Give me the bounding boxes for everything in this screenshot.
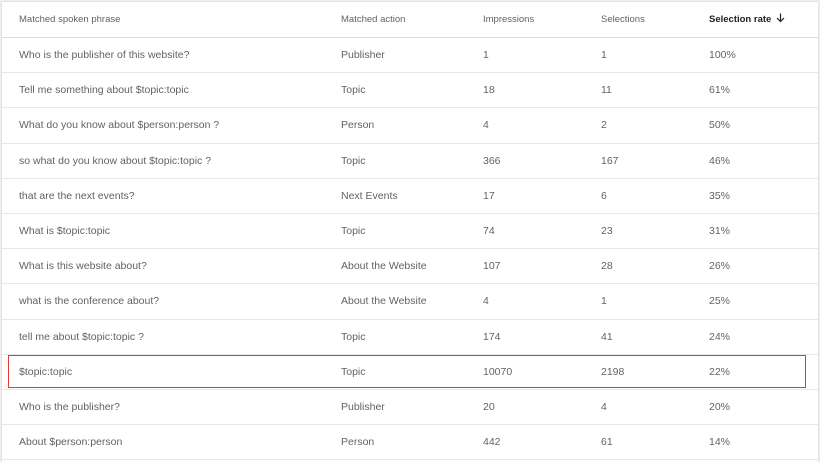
table-row[interactable]: so what do you know about $topic:topic ?… [2, 143, 818, 179]
table-row[interactable]: Who is the publisher? Publisher 20 4 20% [2, 389, 818, 426]
table-row[interactable]: $topic:topic Topic 10070 2198 22% [2, 354, 818, 390]
selection-rate-cell: 24% [692, 319, 818, 355]
impressions-cell: 18 [466, 72, 584, 109]
action-cell: Topic [324, 354, 466, 390]
impressions-cell: 4 [466, 107, 584, 144]
selections-cell: 11 [584, 72, 692, 109]
selection-rate-cell: 22% [692, 354, 818, 390]
table-body: Who is the publisher of this website? Pub… [2, 37, 818, 461]
impressions-cell: 10070 [466, 354, 584, 390]
selections-cell: 4 [584, 389, 692, 426]
impressions-cell: 74 [466, 213, 584, 250]
table-row[interactable]: Who is the publisher of this website? Pub… [2, 37, 818, 74]
action-cell: About the Website [324, 248, 466, 285]
header-selections[interactable]: Selections [584, 2, 692, 38]
selections-cell: 1 [584, 37, 692, 74]
phrase-cell: tell me about $topic:topic ? [2, 319, 324, 355]
phrase-cell: so what do you know about $topic:topic ? [2, 143, 324, 179]
table-header-row: Matched spoken phrase Matched action Imp… [2, 2, 818, 38]
impressions-cell: 4 [466, 283, 584, 320]
selection-rate-cell: 20% [692, 389, 818, 426]
action-cell: Topic [324, 143, 466, 179]
selection-rate-cell: 25% [692, 283, 818, 320]
analytics-table-card: Matched spoken phrase Matched action Imp… [2, 2, 818, 462]
header-matched-action[interactable]: Matched action [324, 2, 466, 38]
selections-cell: 2 [584, 107, 692, 144]
selection-rate-cell: 61% [692, 72, 818, 109]
action-cell: Publisher [324, 389, 466, 426]
selections-cell: 1 [584, 283, 692, 320]
action-cell: Topic [324, 213, 466, 250]
table-row[interactable]: About $person:person Person 442 61 14% [2, 424, 818, 461]
action-cell: Topic [324, 319, 466, 355]
header-impressions[interactable]: Impressions [466, 2, 584, 38]
phrase-cell: $topic:topic [2, 354, 324, 390]
selections-cell: 6 [584, 178, 692, 214]
selection-rate-cell: 31% [692, 213, 818, 250]
arrow-down-icon [776, 13, 785, 26]
action-cell: About the Website [324, 283, 466, 320]
phrase-cell: Tell me something about $topic:topic [2, 72, 324, 109]
impressions-cell: 107 [466, 248, 584, 285]
phrase-cell: About $person:person [2, 424, 324, 461]
selection-rate-cell: 35% [692, 178, 818, 214]
table-row[interactable]: What do you know about $person:person ? P… [2, 107, 818, 144]
header-selection-rate-label: Selection rate [709, 14, 772, 25]
phrase-cell: What is this website about? [2, 248, 324, 285]
selections-cell: 167 [584, 143, 692, 179]
selection-rate-cell: 50% [692, 107, 818, 144]
selections-cell: 61 [584, 424, 692, 461]
header-matched-spoken-phrase[interactable]: Matched spoken phrase [2, 2, 324, 38]
selection-rate-cell: 14% [692, 424, 818, 461]
table-row[interactable]: Tell me something about $topic:topic Topi… [2, 72, 818, 109]
header-selection-rate[interactable]: Selection rate [692, 2, 818, 38]
phrase-cell: Who is the publisher of this website? [2, 37, 324, 74]
phrase-cell: that are the next events? [2, 178, 324, 214]
action-cell: Person [324, 107, 466, 144]
impressions-cell: 366 [466, 143, 584, 179]
selection-rate-cell: 26% [692, 248, 818, 285]
phrase-cell: what is the conference about? [2, 283, 324, 320]
impressions-cell: 174 [466, 319, 584, 355]
action-cell: Publisher [324, 37, 466, 74]
selections-cell: 2198 [584, 354, 692, 390]
phrase-cell: Who is the publisher? [2, 389, 324, 426]
impressions-cell: 17 [466, 178, 584, 214]
table-row[interactable]: What is this website about? About the Web… [2, 248, 818, 285]
table-row[interactable]: What is $topic:topic Topic 74 23 31% [2, 213, 818, 250]
selection-rate-cell: 100% [692, 37, 818, 74]
action-cell: Next Events [324, 178, 466, 214]
selection-rate-cell: 46% [692, 143, 818, 179]
impressions-cell: 442 [466, 424, 584, 461]
table-row[interactable]: that are the next events? Next Events 17 6 3… [2, 178, 818, 214]
impressions-cell: 1 [466, 37, 584, 74]
phrase-cell: What do you know about $person:person ? [2, 107, 324, 144]
action-cell: Topic [324, 72, 466, 109]
selections-cell: 23 [584, 213, 692, 250]
selections-cell: 28 [584, 248, 692, 285]
action-cell: Person [324, 424, 466, 461]
table-row[interactable]: what is the conference about? About the W… [2, 283, 818, 320]
selections-cell: 41 [584, 319, 692, 355]
impressions-cell: 20 [466, 389, 584, 426]
table-row[interactable]: tell me about $topic:topic ? Topic 174 41 24… [2, 319, 818, 355]
phrase-cell: What is $topic:topic [2, 213, 324, 250]
phrase-analytics-table: Matched spoken phrase Matched action Imp… [2, 2, 818, 461]
